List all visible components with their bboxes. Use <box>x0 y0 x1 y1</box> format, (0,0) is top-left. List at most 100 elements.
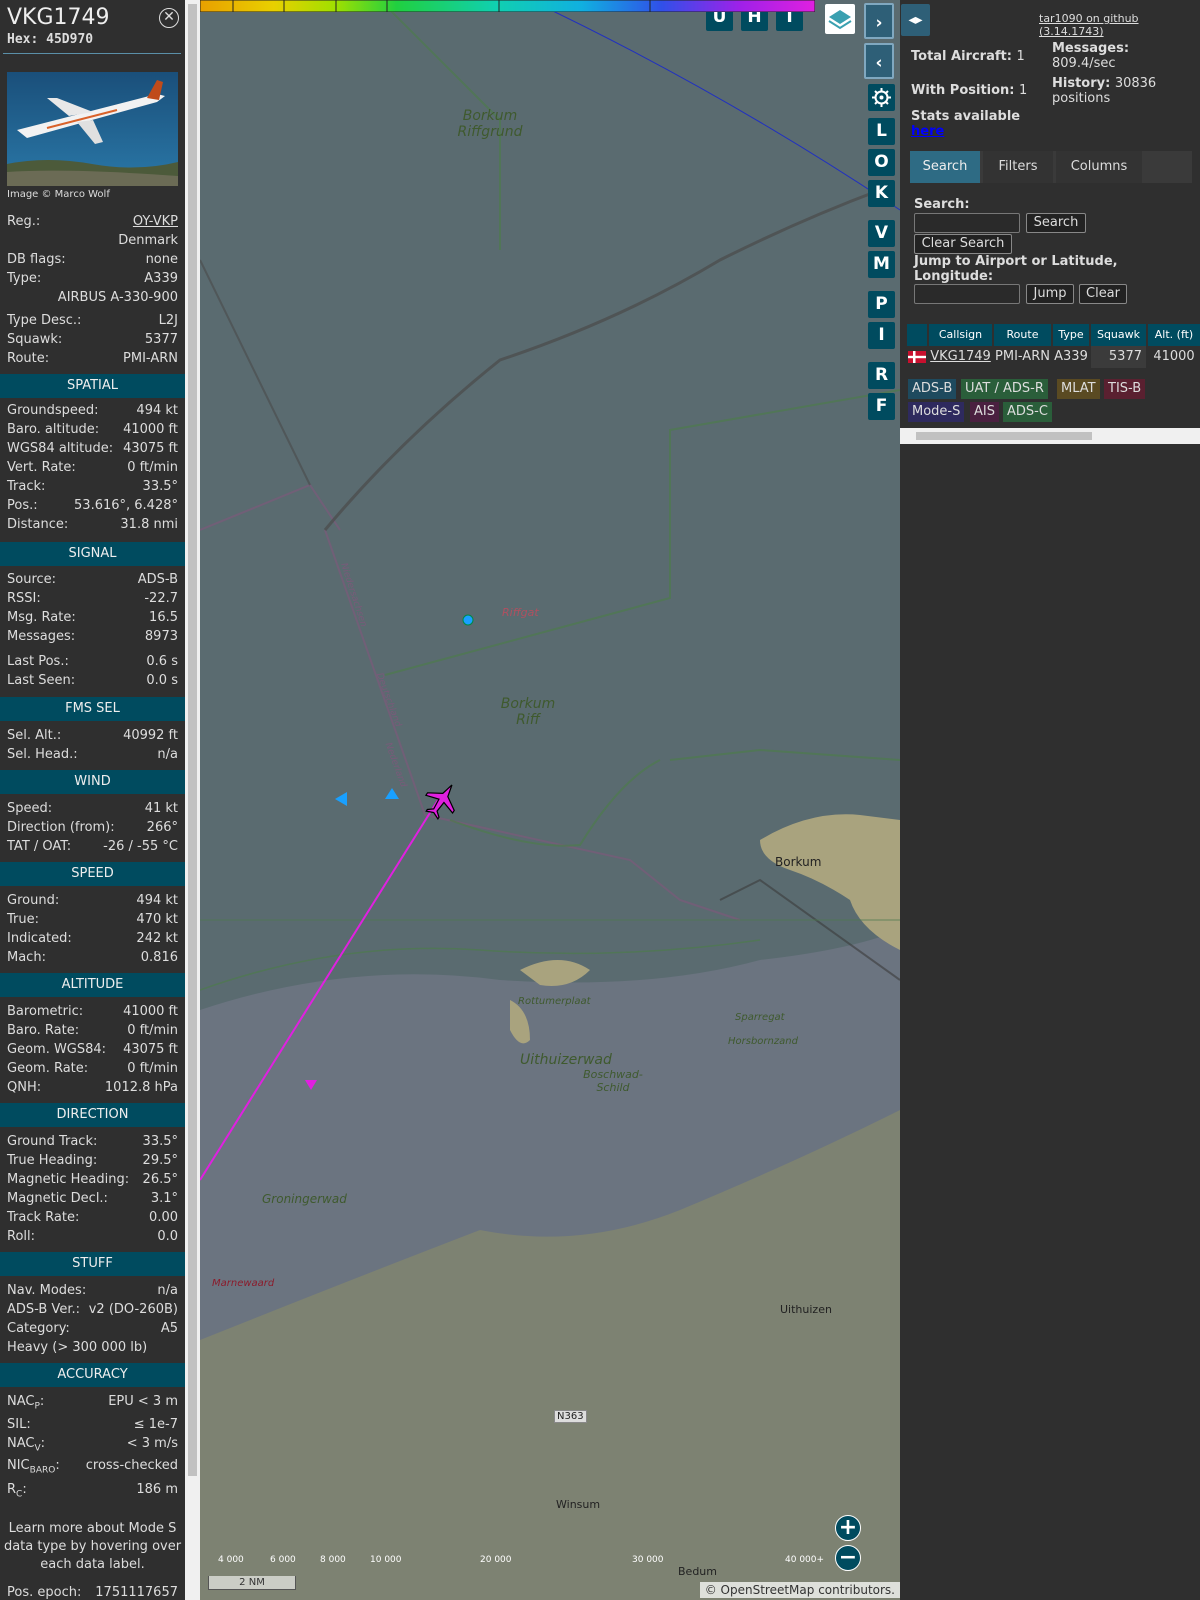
badge-adsc[interactable]: ADS-C <box>1003 402 1052 422</box>
pos-epoch-label: Pos. epoch: <box>7 1585 82 1600</box>
signal-row: Messages: 8973 <box>7 627 178 646</box>
prev-aircraft-button[interactable]: ‹ <box>864 43 894 79</box>
button-k[interactable]: K <box>868 180 895 207</box>
country-value: Denmark <box>118 233 178 248</box>
badge-uat[interactable]: UAT / ADS-R <box>961 379 1048 399</box>
table-header-callsign[interactable]: Callsign <box>929 324 992 346</box>
close-icon[interactable]: ✕ <box>159 8 179 28</box>
total-aircraft-value: 1 <box>1016 49 1025 64</box>
type-desc-row: Type Desc.: L2J <box>7 311 178 330</box>
type-desc-label: Type Desc.: <box>7 313 82 328</box>
table-header-squawk[interactable]: Squawk <box>1091 324 1146 346</box>
signal-label: RSSI: <box>7 591 41 606</box>
jump-button[interactable]: Jump <box>1026 284 1074 304</box>
wind-label: TAT / OAT: <box>7 839 72 854</box>
squawk-label: Squawk: <box>7 332 63 347</box>
tab-search[interactable]: Search <box>910 151 980 183</box>
button-r[interactable]: R <box>868 362 895 389</box>
search-button[interactable]: Search <box>1026 213 1086 233</box>
button-o[interactable]: O <box>868 149 895 176</box>
nicbaro-row: NICBARO: cross-checked <box>7 1456 178 1476</box>
search-label: Search: <box>914 197 970 212</box>
direction-row: True Heading: 29.5° <box>7 1151 178 1170</box>
table-header-alt[interactable]: Alt. (ft) <box>1148 324 1200 346</box>
zoom-in-button[interactable]: + <box>835 1515 861 1541</box>
zoom-out-button[interactable]: − <box>835 1545 861 1571</box>
registration-link[interactable]: OY-VKP <box>133 212 178 231</box>
signal-value: 0.0 s <box>146 673 178 688</box>
layers-button[interactable] <box>825 4 855 34</box>
altitude-tick-label: 8 000 <box>320 1555 346 1565</box>
direction-row: Ground Track: 33.5° <box>7 1132 178 1151</box>
aircraft-photo[interactable] <box>7 72 178 186</box>
table-header-type[interactable]: Type <box>1053 324 1089 346</box>
clear-search-button[interactable]: Clear Search <box>914 234 1012 254</box>
total-aircraft-label: Total Aircraft: <box>911 49 1012 64</box>
badge-mlat[interactable]: MLAT <box>1057 379 1100 399</box>
tab-columns[interactable]: Columns <box>1056 151 1142 183</box>
button-i[interactable]: I <box>868 322 895 349</box>
settings-button[interactable] <box>868 84 895 111</box>
nacp-row: NACP: EPU < 3 m <box>7 1392 178 1412</box>
pos-epoch-value: 1751117657 <box>95 1585 178 1600</box>
direction-value: 3.1° <box>150 1191 178 1206</box>
altitude-label: Geom. WGS84: <box>7 1042 107 1057</box>
next-aircraft-button[interactable]: › <box>864 3 894 39</box>
direction-row: Track Rate: 0.00 <box>7 1208 178 1227</box>
map-label-uithuizerwad: Uithuizerwad <box>520 1052 612 1068</box>
button-m[interactable]: M <box>868 251 895 278</box>
button-p[interactable]: P <box>868 291 895 318</box>
github-link[interactable]: tar1090 on github (3.14.1743) <box>1039 12 1200 38</box>
badge-modes[interactable]: Mode-S <box>908 402 965 422</box>
row-callsign[interactable]: VKG1749 <box>929 346 992 368</box>
aircraft-info-panel: VKG1749 ✕ Hex: 45D970 Image © Marco Wolf… <box>0 0 185 1600</box>
button-v[interactable]: V <box>868 220 895 247</box>
country-row: Denmark <box>7 231 178 250</box>
registration-row: Reg.: OY-VKP <box>7 212 178 231</box>
jump-input[interactable] <box>914 284 1020 304</box>
fms-label: Sel. Alt.: <box>7 728 62 743</box>
stats-link[interactable]: here <box>911 124 1020 139</box>
button-l[interactable]: L <box>868 118 895 145</box>
squawk-row: Squawk: 5377 <box>7 330 178 349</box>
table-header-route[interactable]: Route <box>994 324 1051 346</box>
section-accuracy: ACCURACY <box>0 1363 185 1387</box>
badge-tisb[interactable]: TIS-B <box>1104 379 1146 399</box>
info-panel-scroll-thumb[interactable] <box>188 4 197 1476</box>
search-input[interactable] <box>914 213 1020 233</box>
sidebar-toggle-button[interactable]: ◂▸ <box>901 4 930 36</box>
clear-button[interactable]: Clear <box>1079 284 1127 304</box>
tab-filters[interactable]: Filters <box>983 151 1053 183</box>
section-stuff: STUFF <box>0 1252 185 1276</box>
badge-ais[interactable]: AIS <box>970 402 999 422</box>
route-label: Route: <box>7 351 50 366</box>
fms-row: Sel. Head.: n/a <box>7 745 178 764</box>
nacv-label: NACV: <box>7 1436 46 1454</box>
altitude-label: Geom. Rate: <box>7 1061 89 1076</box>
map-view[interactable]: Borkum Riffgrund Riffgat Borkum Riff Bor… <box>200 0 900 1600</box>
map-canvas <box>200 0 900 1600</box>
button-f[interactable]: F <box>868 393 895 420</box>
attribution-link[interactable]: OpenStreetMap <box>721 1583 815 1597</box>
section-wind: WIND <box>0 770 185 794</box>
speed-value: 470 kt <box>136 912 178 927</box>
altitude-row: Barometric: 41000 ft <box>7 1002 178 1021</box>
fms-label: Sel. Head.: <box>7 747 78 762</box>
signal-label: Source: <box>7 572 57 587</box>
messages-stat: Messages: 809.4/sec <box>1052 41 1129 71</box>
map-label-borkum-riff: Borkum Riff <box>500 696 556 728</box>
aircraft-marker[interactable] <box>422 780 462 820</box>
spatial-label: WGS84 altitude: <box>7 441 114 456</box>
badge-adsb[interactable]: ADS-B <box>908 379 957 399</box>
signal-row: Last Seen: 0.0 s <box>7 671 178 690</box>
table-scroll-thumb[interactable] <box>916 432 1092 440</box>
stats-available: Stats available here <box>911 109 1020 139</box>
info-panel-scrollbar[interactable] <box>185 0 200 1600</box>
map-label-horsbornzand: Horsbornzand <box>728 1036 798 1047</box>
spatial-row: Vert. Rate: 0 ft/min <box>7 458 178 477</box>
altitude-value: 0 ft/min <box>127 1061 178 1076</box>
table-horizontal-scrollbar[interactable] <box>900 428 1200 444</box>
category-label: Category: <box>7 1321 70 1336</box>
wind-row: Speed: 41 kt <box>7 799 178 818</box>
spatial-row: Track: 33.5° <box>7 477 178 496</box>
